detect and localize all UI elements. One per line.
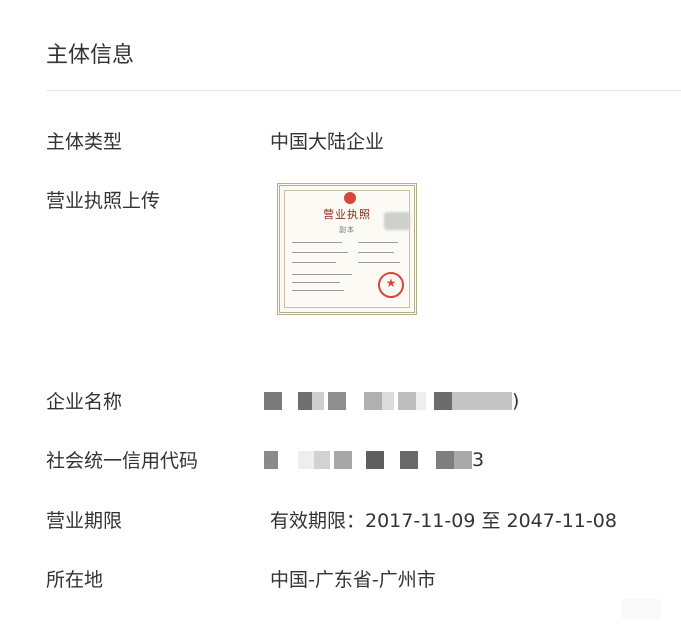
location-label: 所在地 [46,569,104,591]
license-thumbnail[interactable]: 营业执照 副本 [270,173,424,327]
license-blur-mask [384,212,410,230]
credit-code-masked-value: 3 [264,449,564,473]
national-emblem-icon [344,192,356,204]
subject-type-value: 中国大陆企业 [270,131,385,153]
section-divider [46,90,681,91]
credit-code-label: 社会统一信用代码 [46,450,199,472]
official-seal-icon [378,272,404,298]
section-title: 主体信息 [46,43,135,68]
business-term-value: 有效期限：2017-11-09 至 2047-11-08 [270,510,617,532]
business-term-label: 营业期限 [46,510,123,532]
watermark [621,599,661,619]
license-upload-label: 营业执照上传 [46,190,161,212]
company-name-label: 企业名称 [46,391,123,413]
location-value: 中国-广东省-广州市 [270,569,436,591]
credit-code-tail: 3 [472,449,485,471]
company-name-masked-value: ) [264,390,564,414]
license-image: 营业执照 副本 [277,183,417,315]
company-name-tail: ) [512,390,520,412]
subject-type-label: 主体类型 [46,131,123,153]
